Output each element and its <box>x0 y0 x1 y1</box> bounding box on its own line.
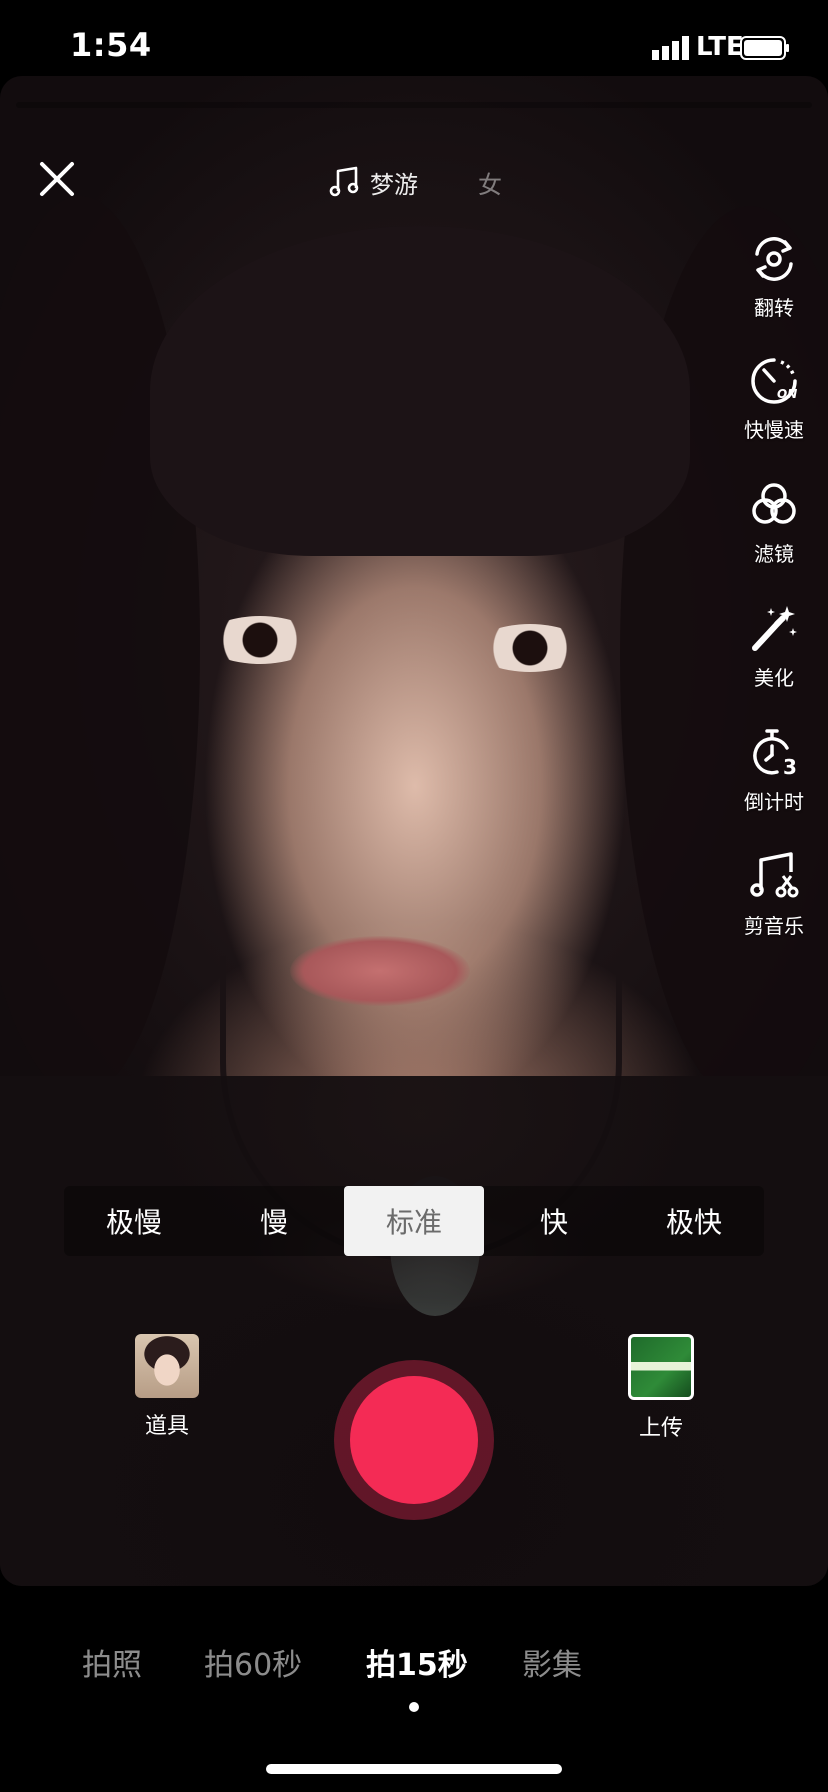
music-title: 梦游 <box>370 170 418 199</box>
speed-option-very-fast[interactable]: 极快 <box>624 1186 764 1256</box>
svg-text:3: 3 <box>783 755 797 779</box>
home-indicator[interactable] <box>266 1764 562 1774</box>
beauty-wand-icon <box>752 606 797 651</box>
speed-option-fast[interactable]: 快 <box>484 1186 624 1256</box>
speed-option-normal[interactable]: 标准 <box>344 1186 484 1256</box>
cut-music-icon <box>750 852 799 898</box>
speed-icon: ON <box>751 358 797 404</box>
props-button[interactable]: 道具 <box>132 1334 202 1440</box>
countdown-button[interactable]: 3 倒计时 <box>730 726 818 815</box>
preview-bangs <box>150 226 690 556</box>
close-icon[interactable] <box>38 160 76 198</box>
active-tab-indicator <box>409 1702 419 1712</box>
flip-camera-icon <box>755 237 793 281</box>
tool-label-speed: 快慢速 <box>744 418 804 442</box>
record-button-core <box>350 1376 478 1504</box>
battery-icon <box>740 36 789 60</box>
tool-label-flip: 翻转 <box>754 296 794 320</box>
mode-tabs: 拍照 拍60秒 拍15秒 影集 <box>0 1640 828 1700</box>
tab-15s[interactable]: 拍15秒 <box>366 1640 468 1684</box>
countdown-timer-icon: 3 <box>753 729 797 779</box>
record-button[interactable] <box>334 1360 494 1520</box>
speed-selector: 极慢 慢 标准 快 极快 <box>64 1186 764 1256</box>
tab-60s[interactable]: 拍60秒 <box>204 1640 302 1684</box>
signal-icon <box>652 36 689 60</box>
music-selector[interactable]: 梦游 女 <box>328 162 502 202</box>
upload-thumbnail <box>628 1334 694 1400</box>
props-thumbnail <box>135 1334 199 1398</box>
tool-label-countdown: 倒计时 <box>744 790 804 814</box>
filter-icon <box>752 483 796 524</box>
speed-option-slow[interactable]: 慢 <box>204 1186 344 1256</box>
network-type: LTE <box>696 32 744 62</box>
preview-left-eye <box>205 616 315 664</box>
preview-right-eye <box>475 624 585 672</box>
tab-album[interactable]: 影集 <box>522 1640 582 1684</box>
music-title-next: 女 <box>478 170 502 199</box>
upload-label: 上传 <box>638 1416 683 1441</box>
filter-button[interactable]: 滤镜 <box>730 478 818 567</box>
props-label: 道具 <box>144 1414 189 1439</box>
tool-label-cut-music: 剪音乐 <box>744 914 804 938</box>
tool-label-filter: 滤镜 <box>754 542 794 566</box>
music-note-icon <box>329 166 359 197</box>
upload-button[interactable]: 上传 <box>626 1334 696 1442</box>
beauty-button[interactable]: 美化 <box>730 602 818 691</box>
status-time: 1:54 <box>70 26 152 64</box>
cut-music-button[interactable]: 剪音乐 <box>730 850 818 939</box>
speed-option-very-slow[interactable]: 极慢 <box>64 1186 204 1256</box>
speed-button[interactable]: ON 快慢速 <box>730 354 818 443</box>
tool-label-beauty: 美化 <box>754 666 794 690</box>
svg-text:ON: ON <box>777 387 797 401</box>
tab-photo[interactable]: 拍照 <box>82 1640 142 1684</box>
record-progress-track <box>16 102 812 108</box>
status-bar: 1:54 LTE <box>0 0 828 76</box>
flip-button[interactable]: 翻转 <box>730 232 818 321</box>
